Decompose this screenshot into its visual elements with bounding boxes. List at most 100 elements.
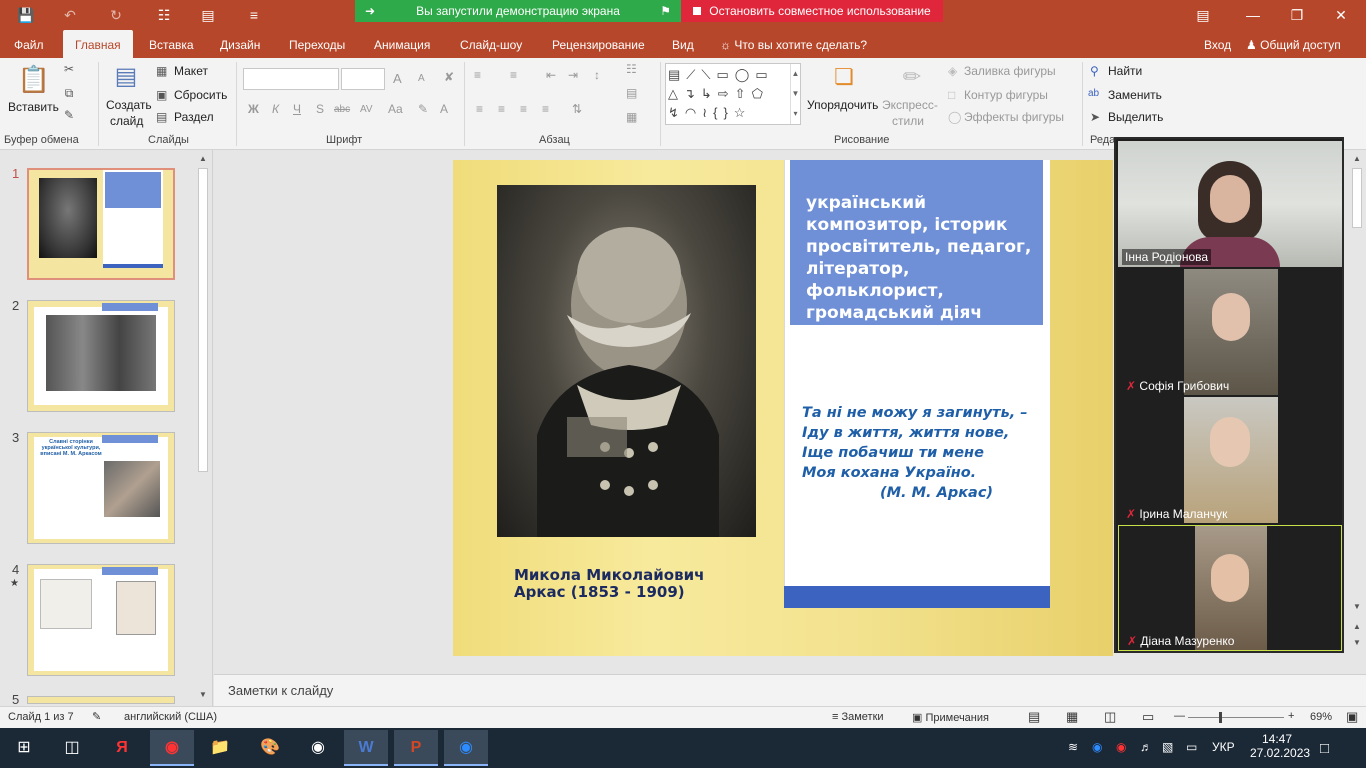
shapes-gallery[interactable]: ▤⟋⟍▭◯▭ △↴↳⇨⇧⬠ ↯◠≀{}☆ ▲ ▼ ▾ <box>665 63 801 125</box>
share-button[interactable]: ♟ Общий доступ <box>1246 30 1341 58</box>
tab-design[interactable]: Дизайн <box>220 30 260 58</box>
shadow-button[interactable]: S <box>316 102 324 116</box>
fit-to-window-icon[interactable]: ▣ <box>1346 709 1358 725</box>
scroll-up-arrow[interactable]: ▲ <box>196 152 210 166</box>
find-button[interactable]: Найти <box>1108 64 1142 78</box>
reading-view-icon[interactable]: ◫ <box>1104 709 1116 725</box>
change-case-button[interactable]: Aa <box>388 102 403 116</box>
participant-video-1[interactable]: Інна Родіонова <box>1118 141 1342 267</box>
zoom-tray-icon[interactable]: ◉ <box>1092 740 1102 754</box>
comments-toggle[interactable]: ▣ Примечания <box>912 711 989 724</box>
tab-home[interactable]: Главная <box>63 30 133 58</box>
scroll-down-arrow[interactable]: ▼ <box>196 688 210 702</box>
shrink-font-button[interactable]: A <box>418 73 425 84</box>
slide-thumb-2[interactable] <box>27 300 175 412</box>
normal-view-icon[interactable]: ▤ <box>1028 709 1040 725</box>
increase-indent-icon[interactable]: ⇥ <box>568 68 578 82</box>
portrait-photo[interactable] <box>497 185 756 537</box>
language-indicator[interactable]: английский (США) <box>124 711 217 723</box>
word-icon[interactable]: W <box>344 730 388 766</box>
slide-sorter-icon[interactable]: ▦ <box>1066 709 1078 725</box>
arrange-icon[interactable]: ❏ <box>828 64 860 90</box>
paint-3d-icon[interactable]: ◉ <box>296 730 340 766</box>
save-icon[interactable]: 💾 <box>16 5 36 25</box>
previous-slide-arrow[interactable]: ▲ <box>1350 620 1364 634</box>
new-slide-button[interactable]: Создать <box>106 98 152 112</box>
screenshot-icon[interactable]: ▤ <box>198 5 218 25</box>
reset-button[interactable]: Сбросить <box>174 88 227 102</box>
char-spacing-button[interactable]: AV <box>360 104 373 115</box>
redo-icon[interactable]: ↻ <box>106 5 126 25</box>
highlight-icon[interactable]: ✎ <box>418 102 428 116</box>
tab-file[interactable]: Файл <box>14 30 44 58</box>
slide-scrollbar[interactable]: ▲ ▼ ▲ ▼ <box>1350 152 1364 652</box>
undo-icon[interactable]: ↶ <box>60 5 80 25</box>
text-direction-icon[interactable]: ⇅ <box>572 102 582 116</box>
pin-icon[interactable]: ➜ <box>365 4 375 18</box>
align-left-icon[interactable]: ≡ <box>476 102 483 116</box>
zoom-level[interactable]: 69% <box>1310 711 1332 723</box>
zoom-slider-thumb[interactable] <box>1218 712 1222 723</box>
portrait-caption[interactable]: Микола Миколайович Аркас (1853 - 1909) <box>514 567 754 601</box>
cut-icon[interactable]: ✂ <box>60 62 78 76</box>
presentation-start-icon[interactable]: ☷ <box>154 5 174 25</box>
quick-styles-button-line2[interactable]: стили <box>892 114 924 128</box>
slide-thumb-4[interactable] <box>27 564 175 676</box>
yandex-browser-icon[interactable]: ◉ <box>150 730 194 766</box>
notes-pane[interactable]: Заметки к слайду <box>214 674 1366 706</box>
slide-thumb-3[interactable]: Славні сторінки української культури, вп… <box>27 432 175 544</box>
line-spacing-icon[interactable]: ↕ <box>594 68 600 82</box>
scroll-up-arrow[interactable]: ▲ <box>1350 152 1364 166</box>
shape-fill-button[interactable]: Заливка фигуры <box>964 64 1056 78</box>
bullets-icon[interactable]: ≡ <box>474 68 481 82</box>
font-size-input[interactable] <box>341 68 385 90</box>
battery-icon[interactable]: ▭ <box>1186 740 1197 754</box>
new-slide-icon[interactable]: ▤ <box>110 62 142 92</box>
file-explorer-icon[interactable]: 📁 <box>198 730 242 766</box>
notifications-icon[interactable]: □ <box>1320 740 1329 757</box>
font-name-input[interactable] <box>243 68 339 90</box>
roles-text[interactable]: український композитор, історик просвіти… <box>806 192 1038 324</box>
slide-thumb-5[interactable] <box>27 696 175 704</box>
new-slide-button-line2[interactable]: слайд <box>110 114 143 128</box>
powerpoint-icon[interactable]: P <box>394 730 438 766</box>
zoom-app-icon[interactable]: ◉ <box>444 730 488 766</box>
yandex-tray-icon[interactable]: ◉ <box>1116 740 1126 754</box>
shapes-gallery-icons[interactable]: ▤⟋⟍▭◯▭ △↴↳⇨⇧⬠ ↯◠≀{}☆ <box>668 65 788 122</box>
zoom-out-button[interactable]: — <box>1174 710 1185 722</box>
stop-share-button[interactable]: Остановить совместное использование <box>681 0 943 22</box>
spellcheck-icon[interactable]: ✎ <box>92 710 101 723</box>
quote-textbox[interactable]: Та ні не можу я загинуть, – Іду в життя,… <box>802 403 1042 503</box>
next-slide-arrow[interactable]: ▼ <box>1350 636 1364 650</box>
tell-me-search[interactable]: ☼ Что вы хотите сделать? <box>720 30 867 58</box>
close-button[interactable]: ✕ <box>1326 4 1356 26</box>
notes-placeholder[interactable]: Заметки к слайду <box>228 683 333 698</box>
participant-video-3[interactable]: ✗ Ірина Маланчук <box>1118 397 1342 523</box>
paste-icon[interactable]: 📋 <box>16 64 52 98</box>
tab-slideshow[interactable]: Слайд-шоу <box>460 30 522 58</box>
slideshow-view-icon[interactable]: ▭ <box>1142 709 1154 725</box>
yandex-icon[interactable]: Я <box>100 730 144 766</box>
tab-view[interactable]: Вид <box>672 30 694 58</box>
ribbon-display-options-icon[interactable]: ▤ <box>1188 4 1218 26</box>
clock[interactable]: 14:47 27.02.2023 <box>1250 732 1310 760</box>
format-painter-icon[interactable]: ✎ <box>60 108 78 122</box>
smartart-icon[interactable]: ▦ <box>626 110 637 124</box>
participant-video-2[interactable]: ✗ Софія Грибович <box>1118 269 1342 395</box>
quick-styles-button[interactable]: Экспресс- <box>882 98 938 112</box>
select-button[interactable]: Выделить <box>1108 110 1163 124</box>
zoom-in-button[interactable]: + <box>1288 710 1294 722</box>
replace-button[interactable]: Заменить <box>1108 88 1162 102</box>
align-text-icon[interactable]: ▤ <box>626 86 637 100</box>
shape-outline-button[interactable]: Контур фигуры <box>964 88 1048 102</box>
zoom-slider[interactable] <box>1188 717 1284 718</box>
tab-animation[interactable]: Анимация <box>374 30 430 58</box>
grow-font-button[interactable]: A <box>393 71 402 86</box>
tab-review[interactable]: Рецензирование <box>552 30 645 58</box>
minimize-button[interactable]: — <box>1238 4 1268 26</box>
scroll-down-arrow[interactable]: ▼ <box>1350 600 1364 614</box>
notes-toggle[interactable]: ≡ Заметки <box>832 711 884 723</box>
gallery-scroll[interactable]: ▲ ▼ ▾ <box>790 64 800 124</box>
quick-styles-icon[interactable]: ✏ <box>896 64 928 90</box>
maximize-button[interactable]: ❐ <box>1282 4 1312 26</box>
